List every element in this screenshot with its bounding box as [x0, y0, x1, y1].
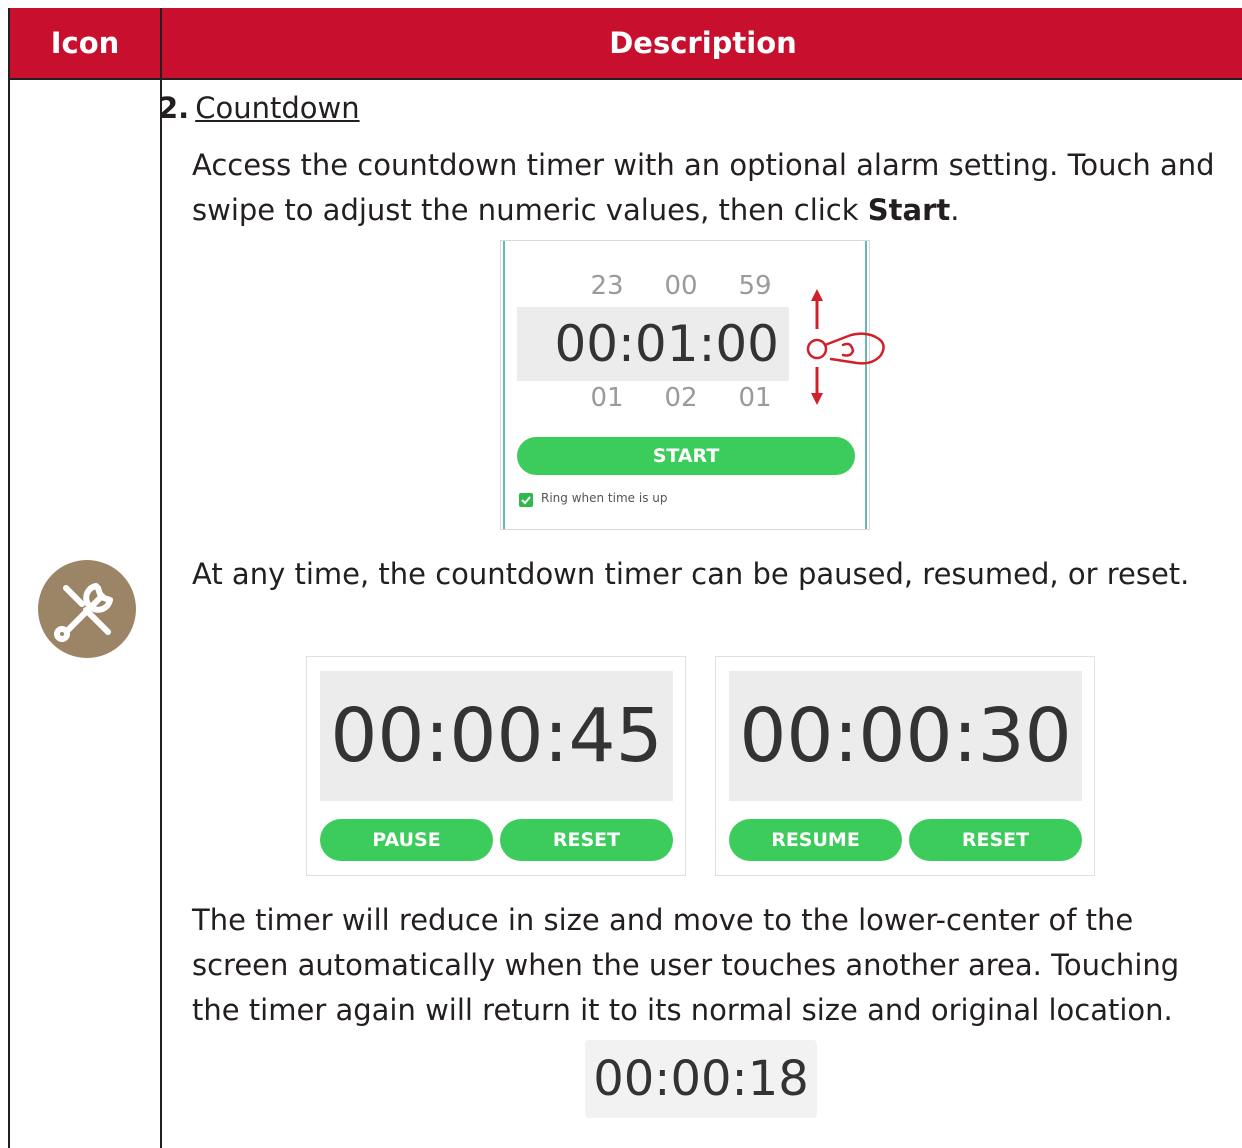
timer-display: 00:00:45 — [320, 671, 673, 801]
picker-hour-above[interactable]: 23 — [581, 271, 633, 301]
pause-paragraph: At any time, the countdown timer can be … — [192, 557, 1190, 591]
item-number: 2. — [158, 91, 190, 125]
intro-text: Access the countdown timer with an optio… — [192, 148, 1215, 227]
swipe-gesture-icon — [806, 289, 885, 405]
mini-timer[interactable]: 00:00:18 — [585, 1040, 817, 1118]
intro-paragraph: Access the countdown timer with an optio… — [192, 143, 1232, 233]
column-divider — [160, 80, 162, 1148]
start-button[interactable]: START — [517, 437, 855, 475]
picker-values-above: 23 00 59 — [581, 271, 781, 301]
item-title: 2. Countdown — [158, 88, 360, 128]
ring-checkbox[interactable] — [519, 493, 533, 507]
tools-icon — [38, 560, 136, 658]
resumed-timer-screenshot: 00:00:30 RESUME RESET — [715, 656, 1095, 876]
picker-minute-below[interactable]: 02 — [655, 383, 707, 413]
timer-display: 00:00:30 — [729, 671, 1082, 801]
reduce-paragraph: The timer will reduce in size and move t… — [192, 903, 1180, 1027]
icon-column-header: Icon — [50, 26, 120, 60]
picker-hour-below[interactable]: 01 — [581, 383, 633, 413]
item-name: Countdown — [195, 91, 360, 125]
table-header: Icon Description — [10, 8, 1242, 80]
description-column-header: Description — [609, 26, 797, 60]
picker-minute-above[interactable]: 00 — [655, 271, 707, 301]
checkmark-icon — [521, 496, 531, 505]
picker-current-value[interactable]: 00:01:00 — [517, 307, 789, 381]
picker-edge-left — [503, 241, 505, 529]
picker-values-below: 01 02 01 — [581, 383, 781, 413]
picker-second-below[interactable]: 01 — [729, 383, 781, 413]
reset-button[interactable]: RESET — [500, 819, 673, 861]
paused-timer-screenshot: 00:00:45 PAUSE RESET — [306, 656, 686, 876]
intro-bold-start: Start — [867, 193, 951, 227]
pause-button[interactable]: PAUSE — [320, 819, 493, 861]
intro-end: . — [950, 193, 960, 227]
picker-second-above[interactable]: 59 — [729, 271, 781, 301]
countdown-picker-screenshot: 23 00 59 00:01:00 01 02 01 START Ring wh… — [500, 240, 885, 530]
resume-button[interactable]: RESUME — [729, 819, 902, 861]
reset-button[interactable]: RESET — [909, 819, 1082, 861]
ring-checkbox-label: Ring when time is up — [541, 491, 668, 505]
